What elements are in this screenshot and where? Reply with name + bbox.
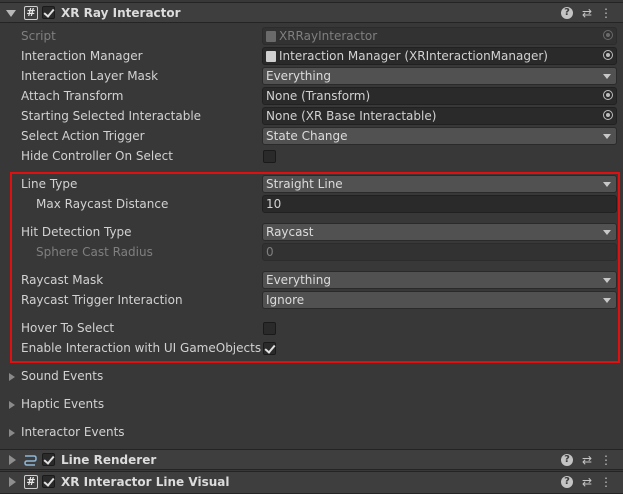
select-action-trigger-dropdown[interactable]: State Change [262, 127, 617, 145]
component-enabled-checkbox[interactable] [42, 475, 55, 488]
hover-to-select-label: Hover To Select [21, 321, 115, 335]
dropdown-arrow-icon [603, 134, 611, 139]
presets-icon[interactable]: ⇄ [580, 475, 594, 489]
raycast-mask-dropdown[interactable]: Everything [262, 271, 617, 289]
dropdown-arrow-icon [603, 182, 611, 187]
dropdown-arrow-icon [603, 298, 611, 303]
object-picker-icon[interactable] [603, 50, 613, 60]
hit-detection-type-dropdown[interactable]: Raycast [262, 223, 617, 241]
dropdown-arrow-icon [603, 230, 611, 235]
sphere-cast-radius-label: Sphere Cast Radius [36, 245, 153, 259]
line-type-label: Line Type [21, 177, 78, 191]
starting-selected-interactable-field[interactable]: None (XR Base Interactable) [262, 107, 617, 125]
component-header-ray-interactor[interactable]: # XR Ray Interactor ? ⇄ ⋮ [0, 2, 623, 23]
hide-controller-checkbox[interactable] [263, 150, 276, 163]
starting-selected-interactable-value: None (XR Base Interactable) [266, 109, 437, 123]
component-header-line-visual[interactable]: # XR Interactor Line Visual ? ⇄ ⋮ [0, 471, 623, 494]
max-raycast-distance-label: Max Raycast Distance [36, 197, 169, 211]
hit-detection-type-value: Raycast [266, 225, 314, 239]
select-action-trigger-value: State Change [266, 129, 348, 143]
starting-selected-interactable-label: Starting Selected Interactable [21, 109, 202, 123]
dropdown-arrow-icon [603, 278, 611, 283]
component-enabled-checkbox[interactable] [42, 453, 55, 466]
interaction-layer-mask-dropdown[interactable]: Everything [262, 67, 617, 85]
script-value: XRRayInteractor [279, 29, 378, 43]
hide-controller-label: Hide Controller On Select [21, 149, 173, 163]
line-renderer-icon [24, 455, 37, 466]
presets-icon[interactable]: ⇄ [580, 6, 594, 20]
sound-events-foldout[interactable]: Sound Events [21, 367, 103, 385]
attach-transform-label: Attach Transform [21, 89, 124, 103]
menu-icon[interactable]: ⋮ [599, 6, 613, 20]
interaction-manager-label: Interaction Manager [21, 49, 143, 63]
component-enabled-checkbox[interactable] [42, 6, 55, 19]
object-picker-icon[interactable] [603, 110, 613, 120]
haptic-events-foldout[interactable]: Haptic Events [21, 395, 104, 413]
raycast-trigger-interaction-value: Ignore [266, 293, 305, 307]
menu-icon[interactable]: ⋮ [599, 453, 613, 467]
help-icon[interactable]: ? [561, 7, 573, 19]
raycast-trigger-interaction-label: Raycast Trigger Interaction [21, 293, 183, 307]
select-action-trigger-label: Select Action Trigger [21, 129, 145, 143]
dropdown-arrow-icon [603, 74, 611, 79]
script-file-icon [266, 31, 276, 42]
help-icon[interactable]: ? [561, 476, 573, 488]
menu-icon[interactable]: ⋮ [599, 475, 613, 489]
interaction-layer-mask-label: Interaction Layer Mask [21, 69, 159, 83]
presets-icon[interactable]: ⇄ [580, 453, 594, 467]
sphere-cast-radius-input: 0 [262, 243, 617, 261]
object-picker-icon [603, 30, 613, 40]
line-type-value: Straight Line [266, 177, 343, 191]
component-title: XR Interactor Line Visual [61, 475, 230, 489]
line-type-dropdown[interactable]: Straight Line [262, 175, 617, 193]
max-raycast-distance-input[interactable]: 10 [262, 195, 617, 213]
hit-detection-type-label: Hit Detection Type [21, 225, 132, 239]
haptic-events-fold-icon[interactable] [9, 401, 15, 409]
interaction-manager-value: Interaction Manager (XRInteractionManage… [279, 49, 548, 63]
object-picker-icon[interactable] [603, 90, 613, 100]
script-icon: # [24, 475, 38, 489]
raycast-trigger-interaction-dropdown[interactable]: Ignore [262, 291, 617, 309]
script-label: Script [21, 29, 56, 43]
help-icon[interactable]: ? [561, 454, 573, 466]
enable-ui-interaction-checkbox[interactable] [263, 342, 276, 355]
interactor-events-foldout[interactable]: Interactor Events [21, 423, 125, 441]
sound-events-fold-icon[interactable] [9, 373, 15, 381]
script-file-icon [266, 51, 276, 62]
collapse-arrow-icon[interactable] [9, 455, 16, 465]
interactor-events-fold-icon[interactable] [9, 429, 15, 437]
expand-arrow-icon[interactable] [6, 10, 16, 17]
script-field: XRRayInteractor [262, 27, 617, 45]
attach-transform-value: None (Transform) [266, 89, 371, 103]
collapse-arrow-icon[interactable] [9, 477, 16, 487]
interaction-layer-mask-value: Everything [266, 69, 331, 83]
raycast-mask-value: Everything [266, 273, 331, 287]
raycast-mask-label: Raycast Mask [21, 273, 104, 287]
attach-transform-field[interactable]: None (Transform) [262, 87, 617, 105]
interaction-manager-field[interactable]: Interaction Manager (XRInteractionManage… [262, 47, 617, 65]
enable-ui-interaction-label: Enable Interaction with UI GameObjects [21, 341, 262, 355]
component-header-line-renderer[interactable]: Line Renderer ? ⇄ ⋮ [0, 449, 623, 470]
script-icon: # [24, 6, 38, 20]
component-title: XR Ray Interactor [61, 6, 181, 20]
hover-to-select-checkbox[interactable] [263, 322, 276, 335]
component-title: Line Renderer [61, 453, 157, 467]
